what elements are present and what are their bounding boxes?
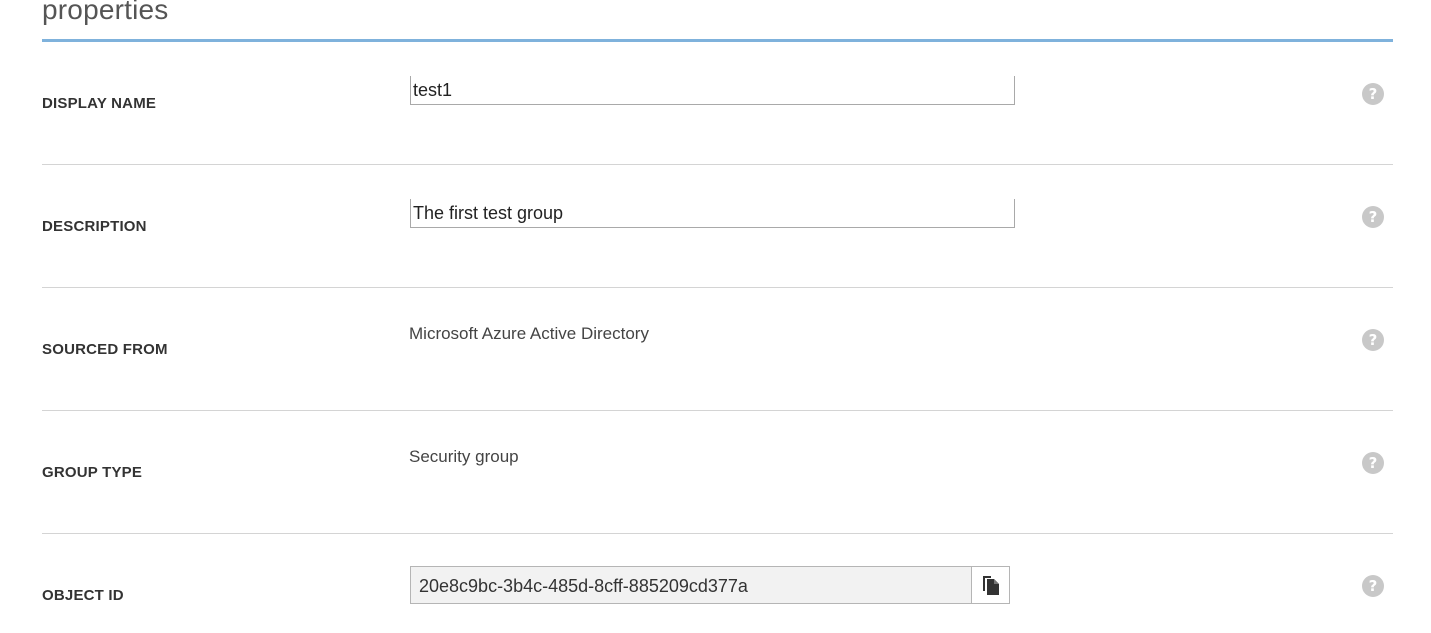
copy-icon [982, 576, 999, 595]
copy-object-id-button[interactable] [971, 566, 1010, 604]
property-row-object-id: OBJECT ID 20e8c9bc-3b4c-485d-8cff-885209… [42, 534, 1393, 633]
description-help-icon[interactable]: ? [1362, 206, 1384, 228]
object-id-field[interactable]: 20e8c9bc-3b4c-485d-8cff-885209cd377a [410, 566, 1010, 604]
group-type-label: GROUP TYPE [42, 464, 143, 481]
object-id-help-icon[interactable]: ? [1362, 575, 1384, 597]
section-title: properties [42, 0, 169, 25]
property-row-group-type: GROUP TYPE Security group ? [42, 411, 1393, 534]
property-row-description: DESCRIPTION ? [42, 165, 1393, 288]
sourced-from-label: SOURCED FROM [42, 341, 168, 358]
sourced-from-help-icon[interactable]: ? [1362, 329, 1384, 351]
description-label: DESCRIPTION [42, 218, 147, 235]
group-type-help-icon[interactable]: ? [1362, 452, 1384, 474]
display-name-input[interactable] [410, 76, 1015, 105]
display-name-help-icon[interactable]: ? [1362, 83, 1384, 105]
description-input[interactable] [410, 199, 1015, 228]
object-id-value[interactable]: 20e8c9bc-3b4c-485d-8cff-885209cd377a [419, 576, 748, 597]
property-row-display-name: DISPLAY NAME ? [42, 42, 1393, 165]
group-type-value: Security group [409, 447, 519, 466]
property-row-sourced-from: SOURCED FROM Microsoft Azure Active Dire… [42, 288, 1393, 411]
sourced-from-value: Microsoft Azure Active Directory [409, 324, 649, 343]
display-name-label: DISPLAY NAME [42, 95, 157, 112]
properties-panel: properties DISPLAY NAME ? DESCRIPTION ? … [0, 0, 1431, 633]
object-id-label: OBJECT ID [42, 587, 124, 604]
